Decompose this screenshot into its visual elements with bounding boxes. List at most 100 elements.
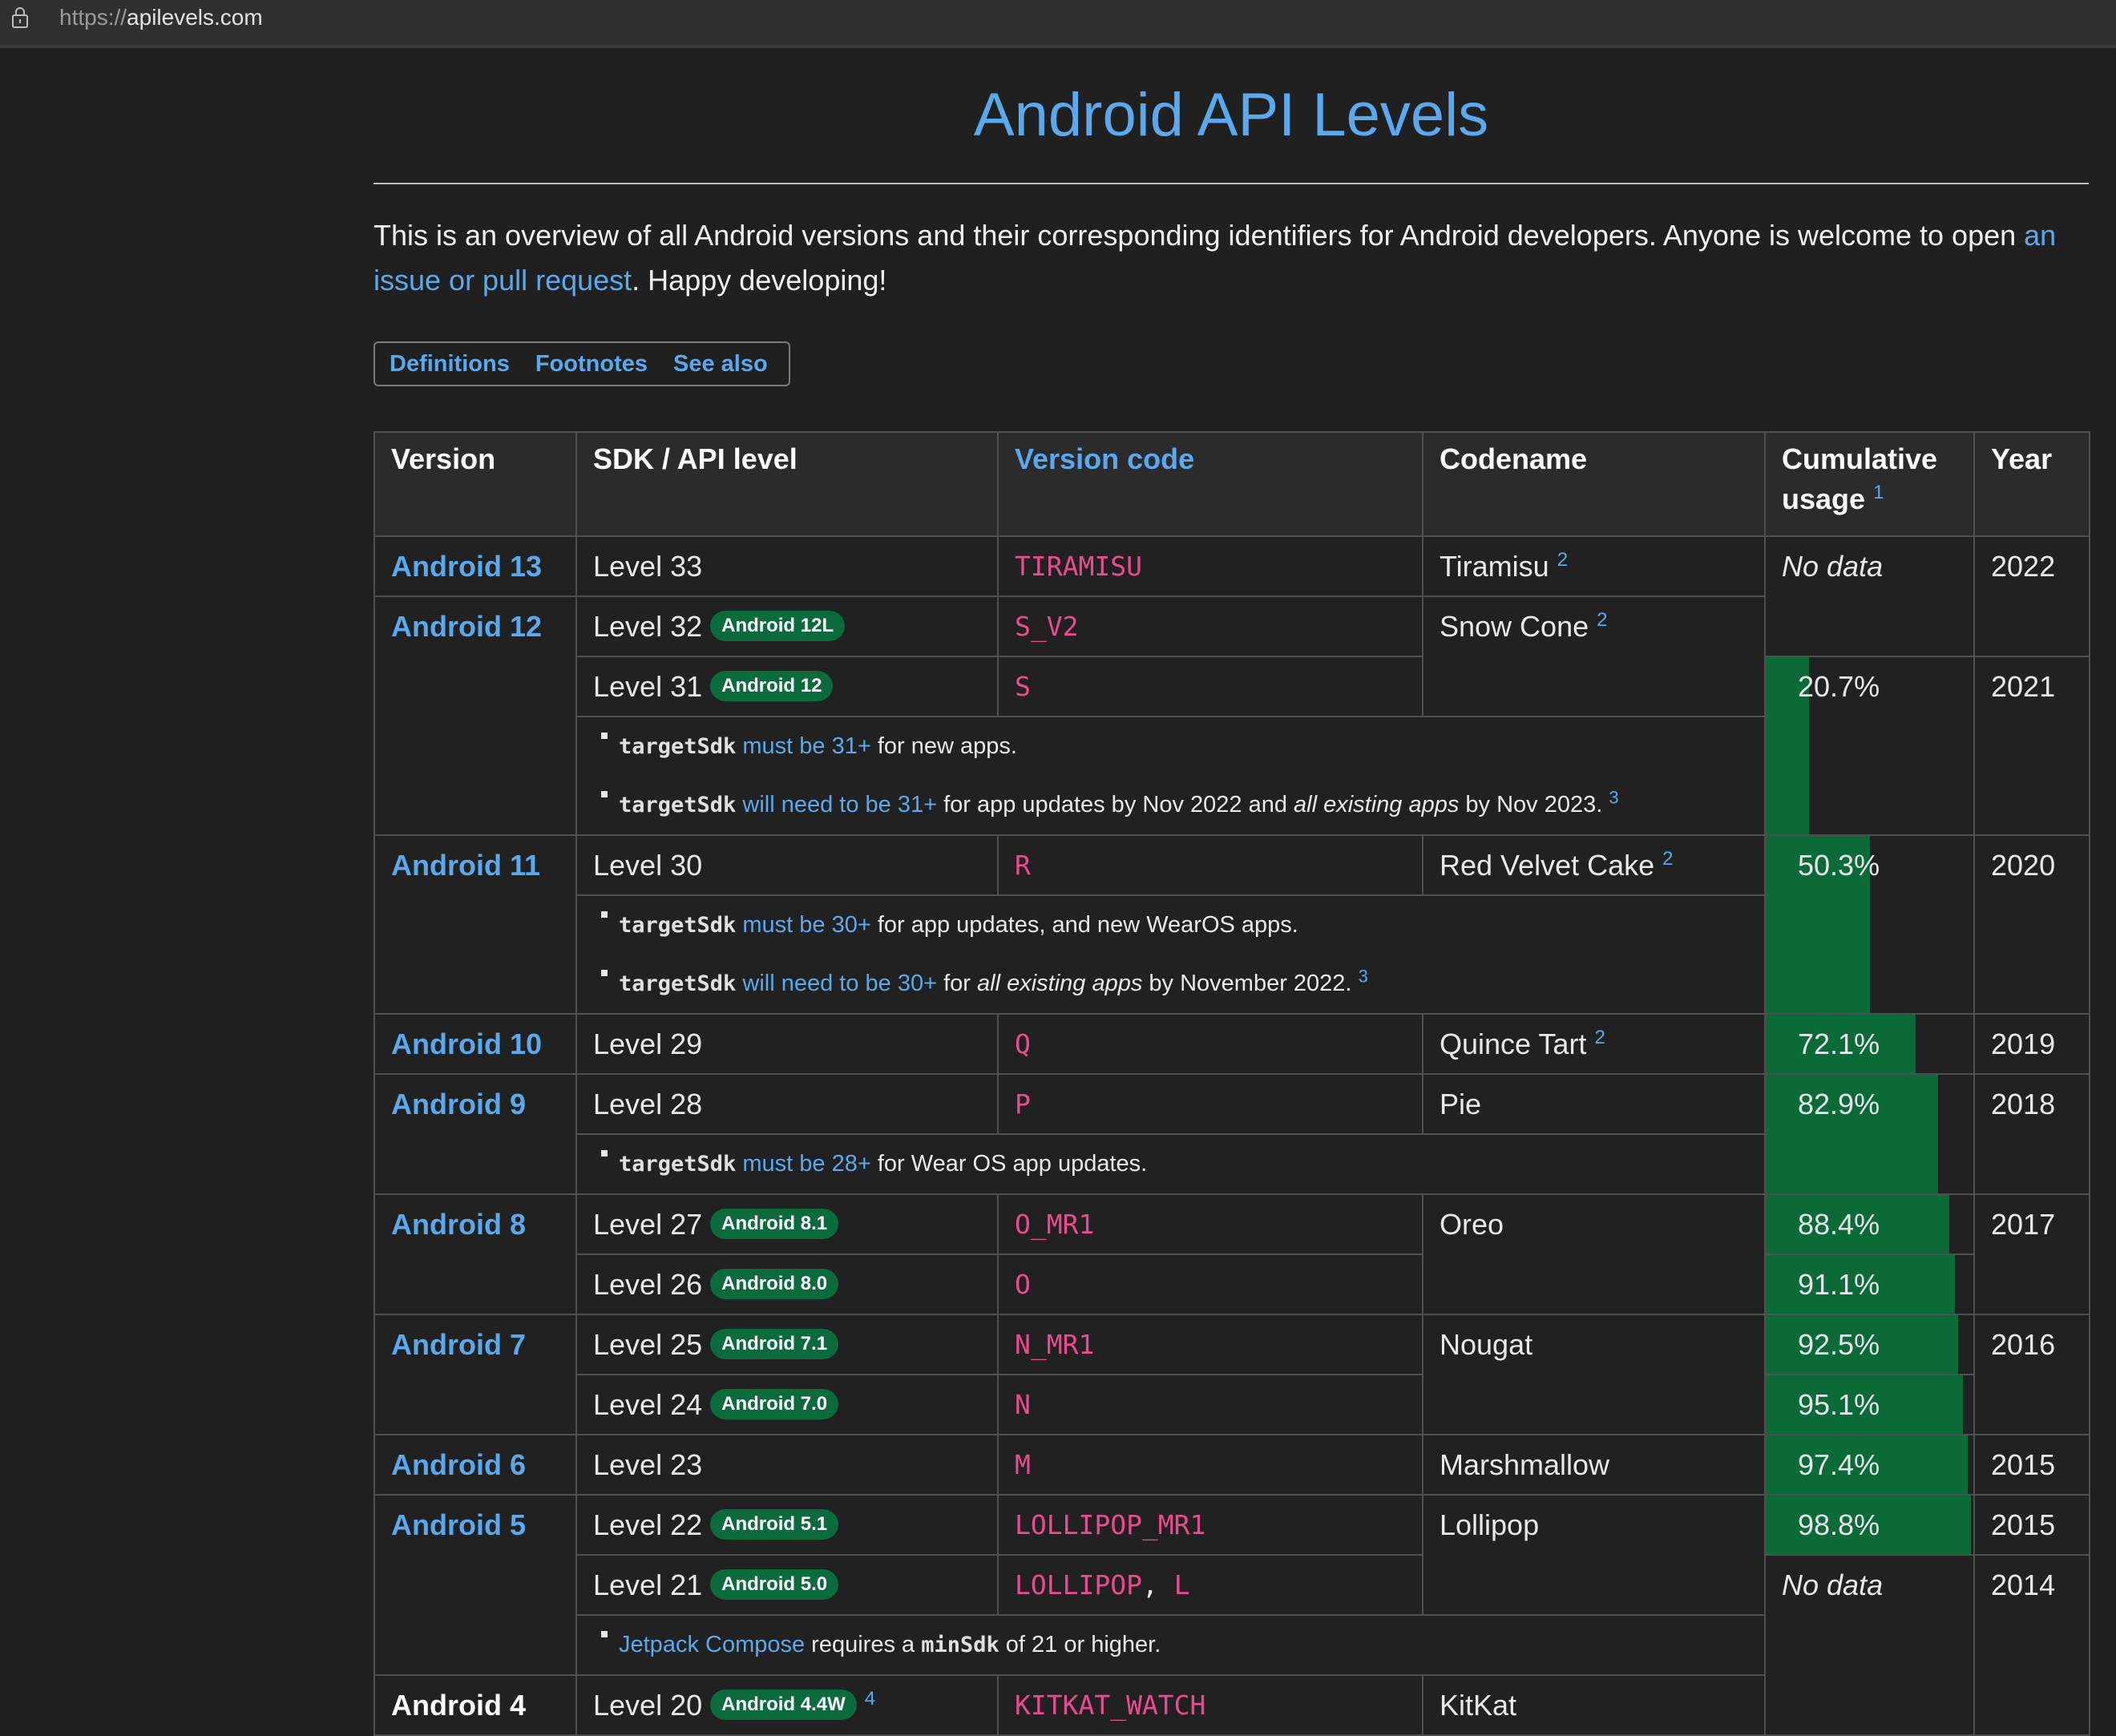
version-link[interactable]: Android 10 xyxy=(374,1013,577,1075)
footnote-link[interactable]: 3 xyxy=(1359,966,1368,986)
footnote-link[interactable]: 3 xyxy=(1609,787,1618,807)
version-badge: Android 8.1 xyxy=(710,1209,839,1240)
version-code: N xyxy=(997,1374,1423,1435)
year: 2017 xyxy=(1973,1193,2090,1315)
table-row: Level 21 Android 5.0 LOLLIPOP, L No data … xyxy=(374,1554,2090,1736)
year: 2019 xyxy=(1973,1013,2090,1075)
usage-cell: 82.9% xyxy=(1764,1073,1975,1195)
api-level: Level 21 Android 5.0 xyxy=(575,1554,999,1616)
note-item: targetSdk must be 28+ for Wear OS app up… xyxy=(601,1135,1748,1193)
usage-cell: 20.7% xyxy=(1764,656,1975,836)
version-link[interactable]: Android 4 xyxy=(374,1674,577,1736)
table-header-row: Version SDK / API level Version code Cod… xyxy=(374,431,2090,537)
note-link[interactable]: must be 28+ xyxy=(742,1151,870,1177)
usage-cell: 91.1% xyxy=(1764,1254,1975,1315)
lock-icon xyxy=(12,7,28,28)
header-year: Year xyxy=(1973,431,2090,537)
version-code: O_MR1 xyxy=(997,1193,1423,1255)
version-code: S xyxy=(997,656,1423,717)
note-cell: targetSdk must be 30+ for app updates, a… xyxy=(575,894,1766,1015)
api-level: Level 20 Android 4.4W 4 xyxy=(575,1674,999,1736)
usage-cell: 50.3% xyxy=(1764,834,1975,1015)
version-code: LOLLIPOP, L xyxy=(997,1554,1423,1616)
year: 2021 xyxy=(1973,656,2090,836)
table-row: Android 7 Level 25 Android 7.1 N_MR1 Noug… xyxy=(374,1314,2090,1435)
codename: Quince Tart 2 xyxy=(1422,1013,1766,1075)
version-badge: Android 5.1 xyxy=(710,1509,839,1540)
table-row: Android 13 Level 33 TIRAMISU Tiramisu 2 … xyxy=(374,535,2090,657)
nav-see-also-link[interactable]: See also xyxy=(673,351,768,377)
header-version: Version xyxy=(374,431,577,537)
codename: Lollipop xyxy=(1422,1494,1766,1616)
api-level: Level 30 xyxy=(575,834,999,896)
usage-cell: 97.4% xyxy=(1764,1434,1975,1496)
api-level: Level 23 xyxy=(575,1434,999,1496)
nav-footnotes-link[interactable]: Footnotes xyxy=(535,351,648,377)
api-level: Level 33 xyxy=(575,535,999,597)
header-sdk: SDK / API level xyxy=(575,431,999,537)
nav-definitions-link[interactable]: Definitions xyxy=(390,351,510,377)
year: 2015 xyxy=(1973,1494,2090,1556)
table-row: Android 5 Level 22 Android 5.1 LOLLIPOP_M… xyxy=(374,1494,2090,1676)
version-link[interactable]: Android 6 xyxy=(374,1434,577,1496)
usage-cell: 98.8% xyxy=(1764,1494,1975,1556)
version-link[interactable]: Android 5 xyxy=(374,1494,577,1676)
api-level: Level 25 Android 7.1 xyxy=(575,1314,999,1375)
browser-address-bar[interactable]: https://apilevels.com xyxy=(0,0,2116,48)
api-levels-table: Version SDK / API level Version code Cod… xyxy=(374,431,2090,1736)
usage-cell: No data xyxy=(1764,1554,1975,1736)
api-level: Level 31 Android 12 xyxy=(575,656,999,717)
version-code: R xyxy=(997,834,1423,896)
header-codename: Codename xyxy=(1422,431,1766,537)
version-link[interactable]: Android 8 xyxy=(374,1193,577,1315)
note-link[interactable]: must be 31+ xyxy=(742,733,870,759)
version-badge: Android 8.0 xyxy=(710,1269,839,1300)
version-link[interactable]: Android 12 xyxy=(374,595,577,836)
version-code: P xyxy=(997,1073,1423,1135)
title-divider xyxy=(374,183,2089,184)
version-link[interactable]: Android 11 xyxy=(374,834,577,1015)
version-code: TIRAMISU xyxy=(997,535,1423,597)
footnote-link[interactable]: 2 xyxy=(1597,609,1607,631)
footnote-link[interactable]: 2 xyxy=(1557,549,1568,571)
version-link[interactable]: Android 7 xyxy=(374,1314,577,1435)
note-cell: targetSdk must be 28+ for Wear OS app up… xyxy=(575,1133,1766,1195)
year: 2018 xyxy=(1973,1073,2090,1195)
version-link[interactable]: Android 9 xyxy=(374,1073,577,1195)
year: 2022 xyxy=(1973,535,2090,657)
table-row: Android 6 Level 23 M Marshmallow 97.4% 2… xyxy=(374,1434,2090,1496)
header-version-code[interactable]: Version code xyxy=(997,431,1423,537)
year: 2014 xyxy=(1973,1554,2090,1736)
note-link[interactable]: Jetpack Compose xyxy=(619,1632,805,1657)
footnote-link[interactable]: 1 xyxy=(1873,482,1884,503)
table-row: Android 10 Level 29 Q Quince Tart 2 72.1… xyxy=(374,1013,2090,1075)
version-badge: Android 5.0 xyxy=(710,1569,839,1601)
intro-paragraph: This is an overview of all Android versi… xyxy=(374,219,2057,297)
version-link[interactable]: Android 13 xyxy=(374,535,577,597)
note-cell: Jetpack Compose requires a minSdk of 21 … xyxy=(575,1614,1766,1676)
version-code: KITKAT_WATCH xyxy=(997,1674,1423,1736)
table-row: Android 8 Level 27 Android 8.1 O_MR1 Oreo… xyxy=(374,1193,2090,1315)
version-badge: Android 4.4W xyxy=(710,1690,857,1721)
table-row: Android 9 Level 28 P Pie 82.9% 2018 xyxy=(374,1073,2090,1195)
note-link[interactable]: will need to be 31+ xyxy=(742,792,937,818)
footnote-link[interactable]: 2 xyxy=(1662,848,1673,870)
note-link[interactable]: must be 30+ xyxy=(742,912,870,938)
api-level: Level 28 xyxy=(575,1073,999,1135)
footnote-link[interactable]: 2 xyxy=(1594,1027,1605,1048)
version-badge: Android 7.0 xyxy=(710,1389,839,1420)
api-level: Level 29 xyxy=(575,1013,999,1075)
usage-cell: 95.1% xyxy=(1764,1374,1975,1435)
note-link[interactable]: will need to be 30+ xyxy=(742,971,937,996)
api-level: Level 22 Android 5.1 xyxy=(575,1494,999,1556)
url-text[interactable]: https://apilevels.com xyxy=(59,3,263,32)
usage-cell: No data xyxy=(1764,535,1975,657)
footnote-link[interactable]: 4 xyxy=(865,1688,875,1710)
version-code: LOLLIPOP_MR1 xyxy=(997,1494,1423,1556)
api-level: Level 27 Android 8.1 xyxy=(575,1193,999,1255)
version-code: N_MR1 xyxy=(997,1314,1423,1375)
usage-cell: 72.1% xyxy=(1764,1013,1975,1075)
version-badge: Android 12L xyxy=(710,611,846,642)
note-cell: targetSdk must be 31+ for new apps. targ… xyxy=(575,716,1766,836)
codename: Oreo xyxy=(1422,1193,1766,1315)
